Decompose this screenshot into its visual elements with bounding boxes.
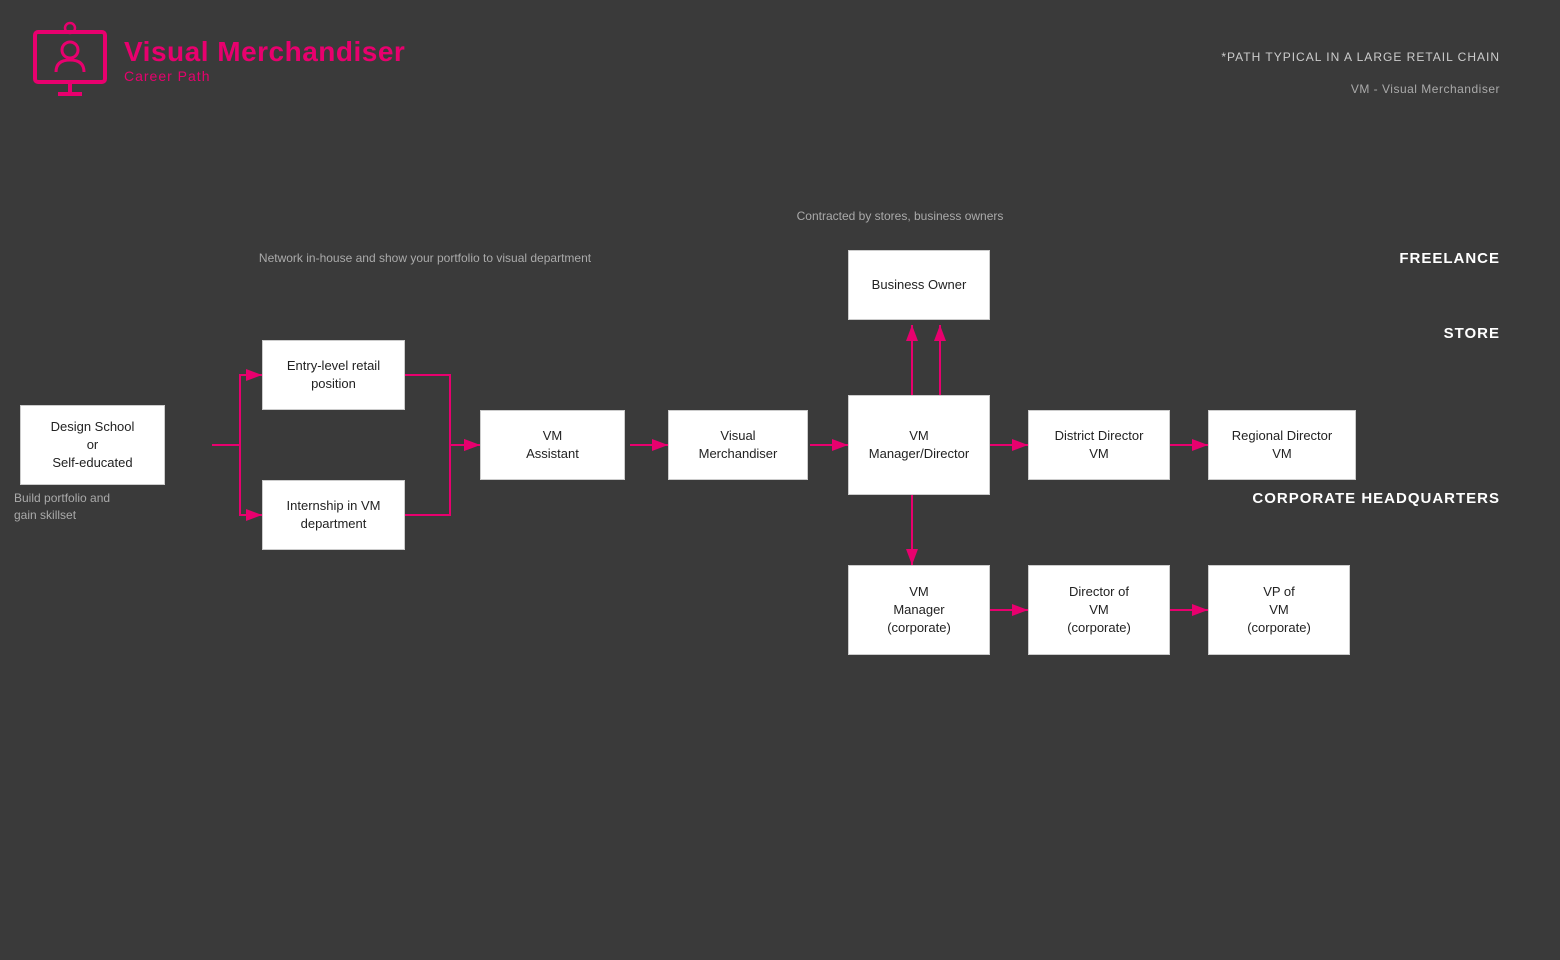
- design-school-box: Design SchoolorSelf-educated: [20, 405, 165, 485]
- business-owner-box: Business Owner: [848, 250, 990, 320]
- network-annotation: Network in-house and show your portfolio…: [200, 250, 650, 267]
- corporate-label: CORPORATE HEADQUARTERS: [1252, 490, 1500, 507]
- vm-note: VM - Visual Merchandiser: [1221, 82, 1500, 96]
- app-subtitle: Career Path: [124, 68, 405, 84]
- top-notes: *PATH TYPICAL IN A LARGE RETAIL CHAIN VM…: [1221, 50, 1500, 96]
- entry-level-box: Entry-level retailposition: [262, 340, 405, 410]
- contracted-annotation: Contracted by stores, business owners: [760, 208, 1040, 225]
- regional-director-box: Regional DirectorVM: [1208, 410, 1356, 480]
- logo-text-block: Visual Merchandiser Career Path: [124, 36, 405, 84]
- internship-box: Internship in VMdepartment: [262, 480, 405, 550]
- freelance-label: FREELANCE: [1399, 250, 1500, 267]
- path-note: *PATH TYPICAL IN A LARGE RETAIL CHAIN: [1221, 50, 1500, 64]
- vm-assistant-box: VMAssistant: [480, 410, 625, 480]
- logo-icon: [30, 20, 110, 100]
- build-portfolio-annotation: Build portfolio andgain skillset: [14, 490, 154, 524]
- visual-merchandiser-box: VisualMerchandiser: [668, 410, 808, 480]
- vp-vm-corporate-box: VP ofVM(corporate): [1208, 565, 1350, 655]
- director-vm-corporate-box: Director ofVM(corporate): [1028, 565, 1170, 655]
- store-label: STORE: [1444, 325, 1500, 342]
- district-director-box: District DirectorVM: [1028, 410, 1170, 480]
- logo-container: Visual Merchandiser Career Path: [30, 20, 405, 100]
- diagram: FREELANCE STORE CORPORATE HEADQUARTERS C…: [0, 150, 1560, 910]
- app-title: Visual Merchandiser: [124, 36, 405, 68]
- vm-manager-director-box: VMManager/Director: [848, 395, 990, 495]
- vm-manager-corporate-box: VMManager(corporate): [848, 565, 990, 655]
